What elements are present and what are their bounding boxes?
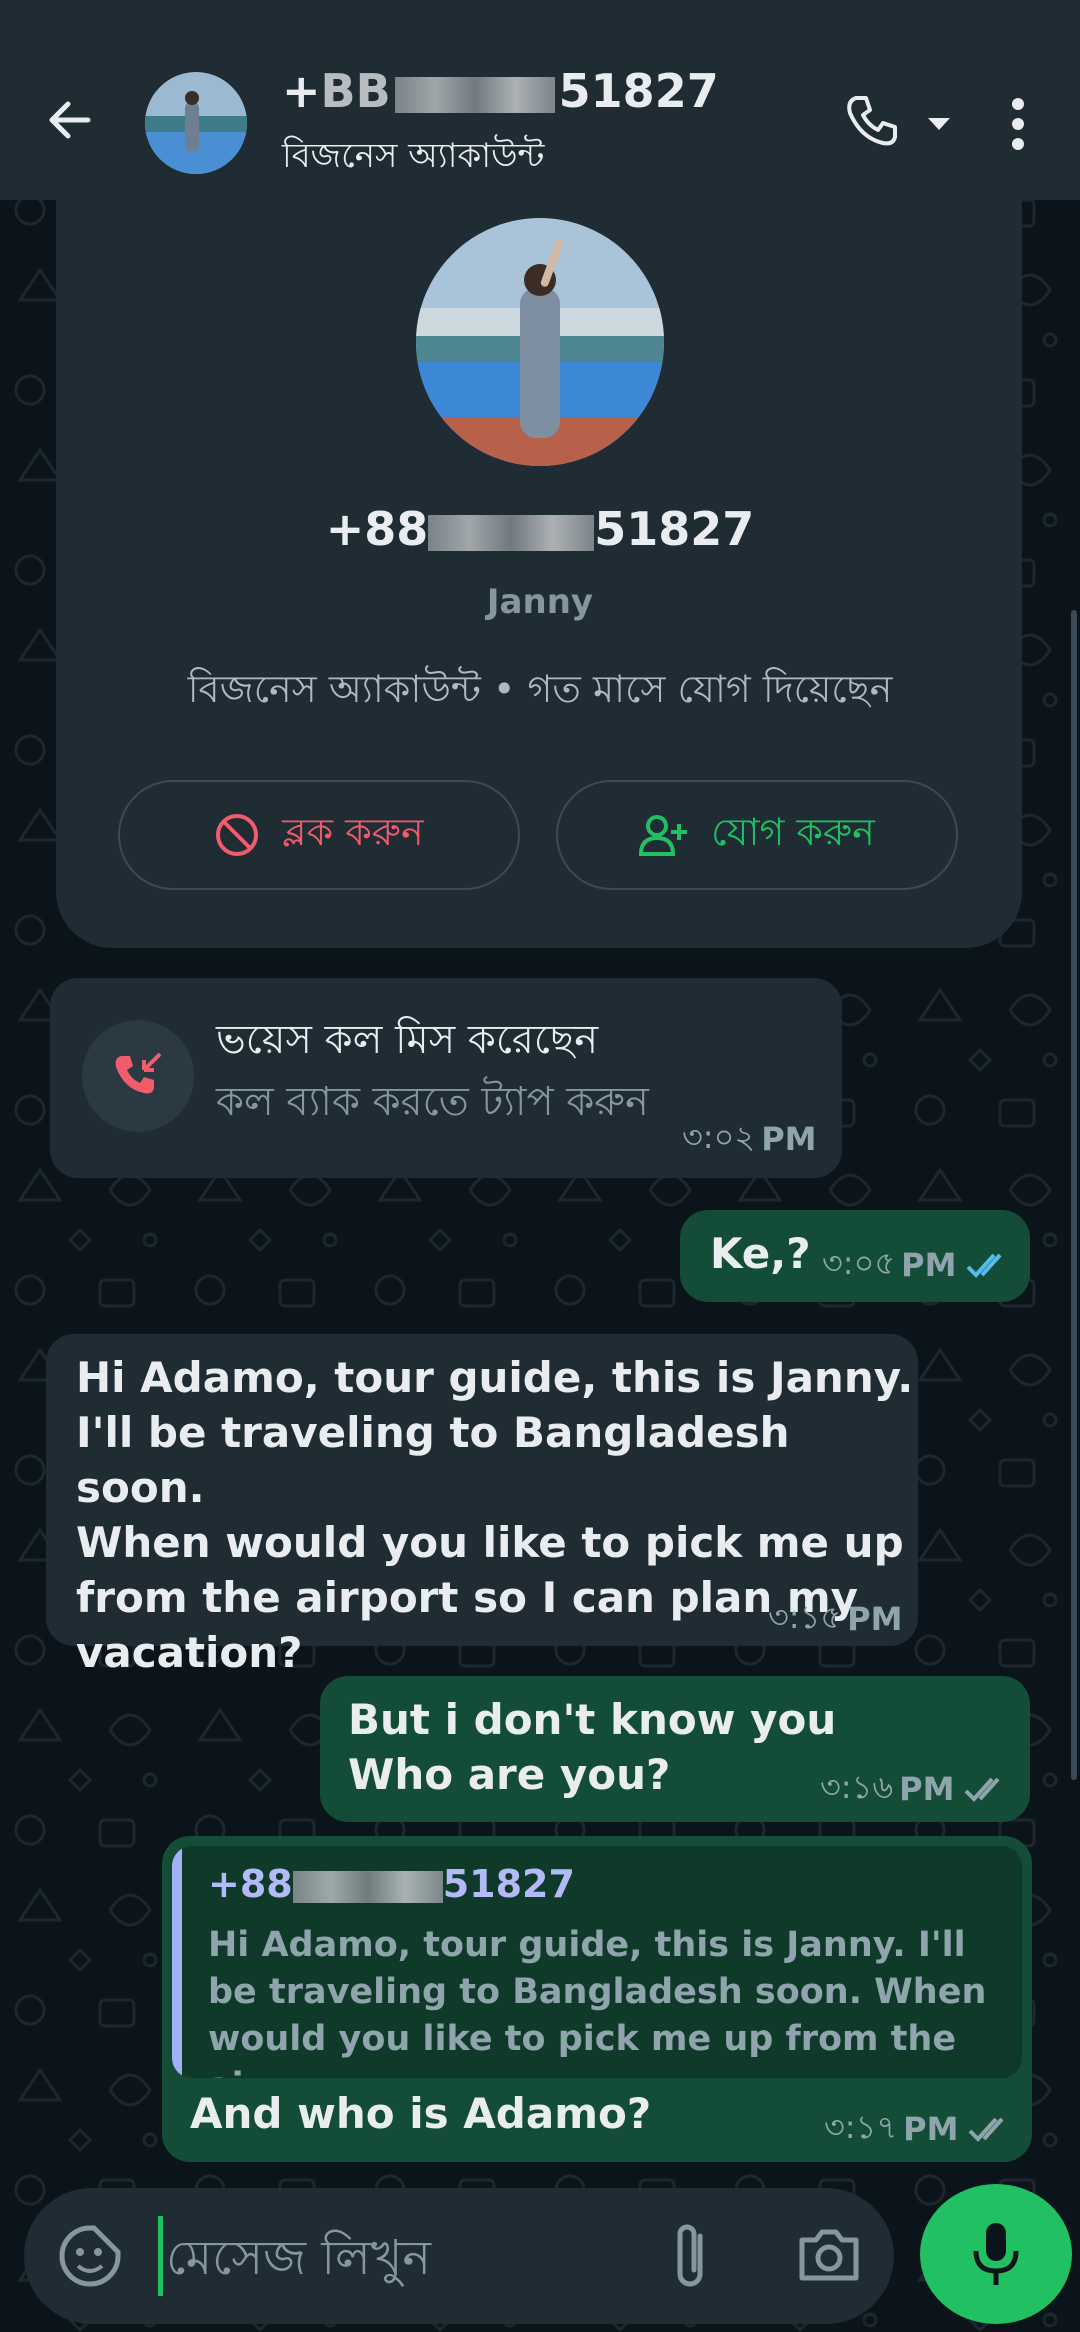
message-time: ৩:১৭ PM xyxy=(824,2102,1014,2156)
profile-info: বিজনেস অ্যাকাউন্ট • গত মাসে যোগ দিয়েছেন xyxy=(187,667,893,711)
message-time: ৩:০২ PM xyxy=(682,1118,817,1158)
quoted-message[interactable]: +88 51827 Hi Adamo, tour guide, this is J… xyxy=(172,1846,1022,2078)
message-time: ৩:১৫ PM xyxy=(768,1598,903,1638)
mic-button[interactable] xyxy=(920,2184,1072,2324)
double-check-icon xyxy=(969,2117,1004,2142)
message-input-bar[interactable] xyxy=(24,2188,894,2324)
missed-call-bubble[interactable]: ভয়েস কল মিস করেছেন কল ব্যাক করতে ট্যাপ … xyxy=(50,978,842,1178)
contact-subtitle: বিজনেস অ্যাকাউন্ট xyxy=(282,136,545,176)
double-check-icon xyxy=(965,1777,1000,1802)
block-icon xyxy=(216,814,259,856)
attach-icon[interactable] xyxy=(664,2218,716,2294)
mic-icon xyxy=(973,2223,1019,2285)
header-avatar[interactable] xyxy=(145,72,247,174)
message-time: ৩:০৫ PM xyxy=(822,1238,1012,1292)
profile-photo[interactable] xyxy=(416,218,664,466)
quoted-sender: +88 51827 xyxy=(208,1862,575,1906)
profile-name: Janny xyxy=(486,582,594,622)
missed-call-icon xyxy=(82,1020,194,1132)
phone-icon[interactable] xyxy=(842,92,902,152)
camera-icon[interactable] xyxy=(796,2224,862,2286)
quote-accent-bar xyxy=(172,1846,182,2078)
more-vertical-icon[interactable] xyxy=(1008,96,1028,152)
add-contact-label: যোগ করুন xyxy=(711,810,875,854)
chat-header: +BB 51827 বিজনেস অ্যাকাউন্ট xyxy=(0,30,1080,200)
outgoing-reply-message[interactable]: +88 51827 Hi Adamo, tour guide, this is J… xyxy=(162,1836,1032,2162)
message-input[interactable]: মেসেজ লিখুন xyxy=(166,2222,431,2301)
message-time: ৩:১৬ PM xyxy=(820,1762,1010,1816)
missed-call-subtitle: কল ব্যাক করতে ট্যাপ করুন xyxy=(216,1079,649,1125)
double-check-icon xyxy=(967,1253,1002,1278)
quoted-text: Hi Adamo, tour guide, this is Janny. I'l… xyxy=(208,1925,987,2078)
scrollbar[interactable] xyxy=(1071,610,1077,1780)
contact-name[interactable]: +BB 51827 xyxy=(282,64,719,118)
outgoing-message[interactable]: But i don't know you Who are you? ৩:১৬ PM xyxy=(320,1676,1030,1822)
outgoing-message[interactable]: Ke,? ৩:০৫ PM xyxy=(680,1210,1030,1302)
sticker-icon[interactable] xyxy=(58,2224,122,2288)
profile-number: +88 51827 xyxy=(325,502,755,556)
back-arrow-icon[interactable] xyxy=(42,92,98,148)
status-bar xyxy=(0,0,1080,30)
text-cursor xyxy=(158,2216,163,2296)
add-contact-button[interactable]: যোগ করুন xyxy=(556,780,958,890)
add-contact-icon xyxy=(639,815,688,856)
missed-call-title: ভয়েস কল মিস করেছেন xyxy=(216,1017,599,1063)
message-text: But i don't know you Who are you? xyxy=(348,1695,837,1799)
block-button[interactable]: ব্লক করুন xyxy=(118,780,520,890)
incoming-message[interactable]: Hi Adamo, tour guide, this is Janny. I'l… xyxy=(46,1334,918,1677)
message-text: And who is Adamo? xyxy=(190,2089,652,2138)
chevron-down-icon[interactable] xyxy=(926,114,952,134)
message-text: Ke,? xyxy=(710,1229,811,1278)
block-label: ব্লক করুন xyxy=(282,810,424,854)
